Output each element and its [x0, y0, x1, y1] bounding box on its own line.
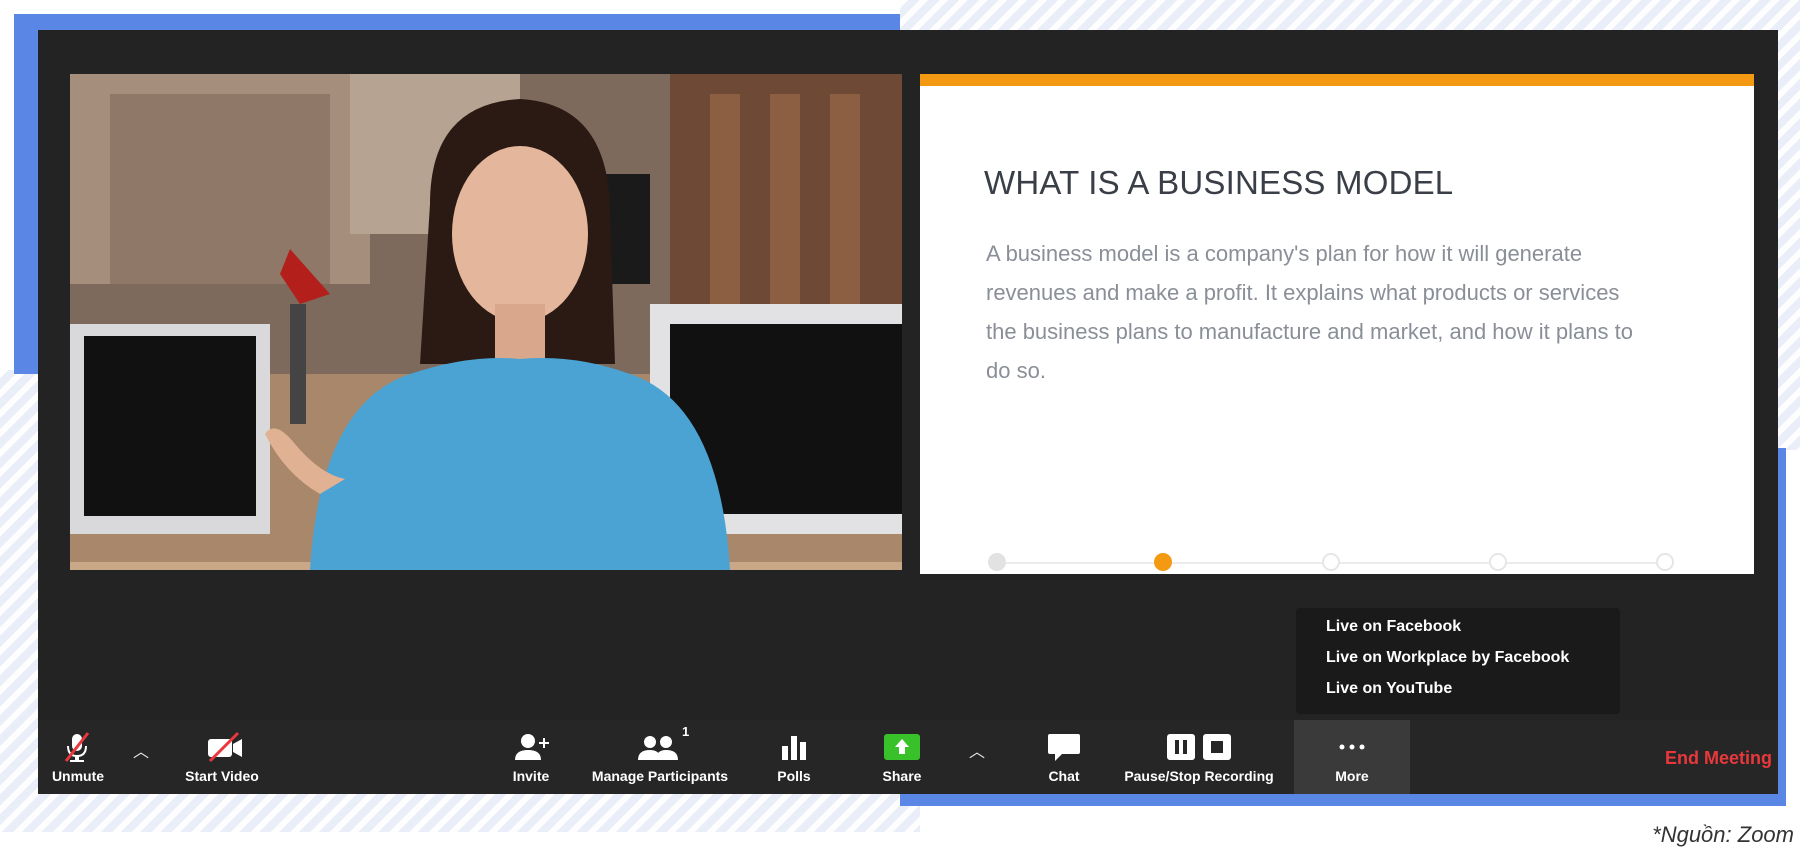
participants-icon: [636, 730, 680, 764]
share-screen-icon: [884, 730, 920, 764]
unmute-label: Unmute: [51, 768, 105, 784]
add-person-icon: [514, 730, 552, 764]
presenter-video: [70, 74, 902, 570]
start-video-label: Start Video: [185, 768, 259, 784]
slide-accent-bar: [920, 74, 1754, 86]
end-meeting-button[interactable]: End Meeting: [1665, 748, 1772, 769]
progress-step: [988, 553, 1006, 571]
zoom-meeting-window: WHAT IS A BUSINESS MODEL A business mode…: [38, 30, 1778, 794]
pause-icon: [1166, 730, 1196, 764]
pause-stop-recording-label: Pause/Stop Recording: [1124, 768, 1274, 784]
source-caption: *Nguồn: Zoom: [1652, 822, 1794, 847]
slide-progress: [988, 552, 1674, 574]
chat-label: Chat: [1048, 768, 1080, 784]
slide-title: WHAT IS A BUSINESS MODEL: [984, 164, 1454, 201]
progress-step: [1656, 553, 1674, 571]
bar-chart-icon: [778, 730, 810, 764]
polls-button[interactable]: Polls: [764, 720, 824, 794]
menu-item-live-workplace[interactable]: Live on Workplace by Facebook: [1326, 649, 1569, 667]
menu-item-live-facebook[interactable]: Live on Facebook: [1326, 618, 1461, 636]
polls-label: Polls: [777, 768, 811, 784]
chat-bubble-icon: [1046, 730, 1082, 764]
manage-participants-button[interactable]: 1 Manage Participants: [580, 720, 740, 794]
video-off-icon: [206, 730, 244, 764]
progress-step: [1322, 553, 1340, 571]
more-dots-icon: [1334, 730, 1370, 764]
stop-icon: [1202, 730, 1232, 764]
muted-microphone-icon: [62, 730, 92, 764]
meeting-toolbar: Unmute ︿ Start Video Invite 1 Manage Par…: [38, 720, 1778, 794]
slide-body-text: A business model is a company's plan for…: [986, 241, 1633, 383]
share-button[interactable]: Share: [870, 720, 934, 794]
manage-participants-label: Manage Participants: [591, 768, 729, 784]
chat-button[interactable]: Chat: [1034, 720, 1094, 794]
progress-step: [1489, 553, 1507, 571]
more-button[interactable]: More: [1294, 720, 1410, 794]
pause-stop-recording-button[interactable]: Pause/Stop Recording: [1114, 720, 1284, 794]
invite-label: Invite: [512, 768, 550, 784]
unmute-button[interactable]: Unmute: [38, 720, 118, 794]
shared-slide: WHAT IS A BUSINESS MODEL A business mode…: [920, 74, 1754, 574]
participant-count-badge: 1: [682, 724, 690, 739]
share-label: Share: [882, 768, 922, 784]
progress-step-current: [1154, 553, 1172, 571]
share-options-chevron-up-icon[interactable]: ︿: [966, 738, 988, 761]
invite-button[interactable]: Invite: [498, 720, 564, 794]
more-label: More: [1335, 768, 1369, 784]
menu-item-live-youtube[interactable]: Live on YouTube: [1326, 680, 1452, 698]
start-video-button[interactable]: Start Video: [160, 720, 284, 794]
audio-options-chevron-up-icon[interactable]: ︿: [130, 738, 152, 761]
more-menu: Live on Facebook Live on Workplace by Fa…: [1296, 608, 1620, 714]
